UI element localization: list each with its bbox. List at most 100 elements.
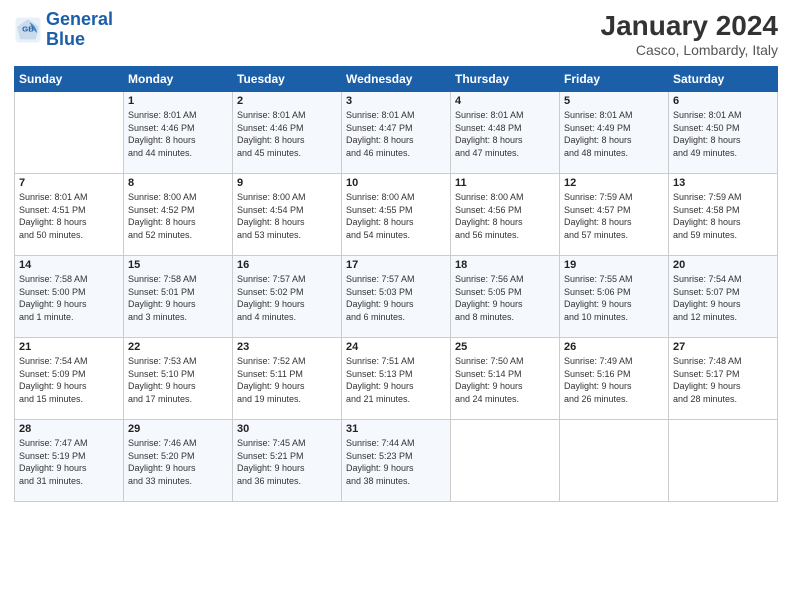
day-number: 6 — [673, 95, 773, 107]
day-info: Sunrise: 7:46 AM Sunset: 5:20 PM Dayligh… — [128, 437, 228, 487]
calendar-cell: 14 Sunrise: 7:58 AM Sunset: 5:00 PM Dayli… — [15, 256, 124, 338]
day-number: 21 — [19, 341, 119, 353]
calendar-cell: 9 Sunrise: 8:00 AM Sunset: 4:54 PM Daylig… — [233, 174, 342, 256]
day-number: 10 — [346, 177, 446, 189]
day-number: 29 — [128, 423, 228, 435]
day-info: Sunrise: 7:54 AM Sunset: 5:09 PM Dayligh… — [19, 355, 119, 405]
month-title: January 2024 — [601, 10, 778, 42]
day-info: Sunrise: 8:00 AM Sunset: 4:52 PM Dayligh… — [128, 191, 228, 241]
day-number: 17 — [346, 259, 446, 271]
calendar-cell: 22 Sunrise: 7:53 AM Sunset: 5:10 PM Dayli… — [124, 338, 233, 420]
calendar-cell: 27 Sunrise: 7:48 AM Sunset: 5:17 PM Dayli… — [669, 338, 778, 420]
day-number: 13 — [673, 177, 773, 189]
day-info: Sunrise: 7:58 AM Sunset: 5:01 PM Dayligh… — [128, 273, 228, 323]
location: Casco, Lombardy, Italy — [601, 42, 778, 58]
day-info: Sunrise: 7:48 AM Sunset: 5:17 PM Dayligh… — [673, 355, 773, 405]
day-info: Sunrise: 8:01 AM Sunset: 4:50 PM Dayligh… — [673, 109, 773, 159]
calendar-cell: 20Sunrise: 7:54 AM Sunset: 5:07 PM Dayli… — [669, 256, 778, 338]
day-info: Sunrise: 8:01 AM Sunset: 4:47 PM Dayligh… — [346, 109, 446, 159]
calendar-cell: 11Sunrise: 8:00 AM Sunset: 4:56 PM Dayli… — [451, 174, 560, 256]
calendar-week-2: 7Sunrise: 8:01 AM Sunset: 4:51 PM Daylig… — [15, 174, 778, 256]
day-number: 9 — [237, 177, 337, 189]
day-number: 30 — [237, 423, 337, 435]
day-info: Sunrise: 7:55 AM Sunset: 5:06 PM Dayligh… — [564, 273, 664, 323]
day-number: 12 — [564, 177, 664, 189]
calendar-cell: 25 Sunrise: 7:50 AM Sunset: 5:14 PM Dayli… — [451, 338, 560, 420]
calendar-cell — [560, 420, 669, 502]
day-number: 14 — [19, 259, 119, 271]
calendar-week-1: 1 Sunrise: 8:01 AM Sunset: 4:46 PM Daylig… — [15, 92, 778, 174]
day-number: 5 — [564, 95, 664, 107]
day-number: 28 — [19, 423, 119, 435]
calendar-cell: 12 Sunrise: 7:59 AM Sunset: 4:57 PM Dayli… — [560, 174, 669, 256]
day-info: Sunrise: 8:00 AM Sunset: 4:56 PM Dayligh… — [455, 191, 555, 241]
day-info: Sunrise: 8:00 AM Sunset: 4:55 PM Dayligh… — [346, 191, 446, 241]
calendar-cell: 23 Sunrise: 7:52 AM Sunset: 5:11 PM Dayli… — [233, 338, 342, 420]
logo-icon: GB — [14, 16, 42, 44]
page-header: GB GeneralBlue January 2024 Casco, Lomba… — [14, 10, 778, 58]
calendar-cell: 10 Sunrise: 8:00 AM Sunset: 4:55 PM Dayli… — [342, 174, 451, 256]
title-block: January 2024 Casco, Lombardy, Italy — [601, 10, 778, 58]
day-number: 24 — [346, 341, 446, 353]
calendar-cell: 13Sunrise: 7:59 AM Sunset: 4:58 PM Dayli… — [669, 174, 778, 256]
day-number: 4 — [455, 95, 555, 107]
day-info: Sunrise: 7:53 AM Sunset: 5:10 PM Dayligh… — [128, 355, 228, 405]
calendar-cell: 15 Sunrise: 7:58 AM Sunset: 5:01 PM Dayli… — [124, 256, 233, 338]
day-info: Sunrise: 7:58 AM Sunset: 5:00 PM Dayligh… — [19, 273, 119, 323]
day-info: Sunrise: 7:44 AM Sunset: 5:23 PM Dayligh… — [346, 437, 446, 487]
calendar-cell — [669, 420, 778, 502]
calendar-header-row: SundayMondayTuesdayWednesdayThursdayFrid… — [15, 67, 778, 92]
calendar-cell: 28Sunrise: 7:47 AM Sunset: 5:19 PM Dayli… — [15, 420, 124, 502]
calendar-cell: 30 Sunrise: 7:45 AM Sunset: 5:21 PM Dayli… — [233, 420, 342, 502]
calendar-cell: 4 Sunrise: 8:01 AM Sunset: 4:48 PM Daylig… — [451, 92, 560, 174]
day-number: 20 — [673, 259, 773, 271]
day-info: Sunrise: 7:57 AM Sunset: 5:03 PM Dayligh… — [346, 273, 446, 323]
day-number: 31 — [346, 423, 446, 435]
day-number: 25 — [455, 341, 555, 353]
header-monday: Monday — [124, 67, 233, 92]
day-info: Sunrise: 7:52 AM Sunset: 5:11 PM Dayligh… — [237, 355, 337, 405]
day-number: 26 — [564, 341, 664, 353]
calendar-cell — [451, 420, 560, 502]
logo: GB GeneralBlue — [14, 10, 113, 50]
calendar-cell: 1Sunrise: 8:01 AM Sunset: 4:46 PM Daylig… — [124, 92, 233, 174]
day-number: 15 — [128, 259, 228, 271]
calendar-cell: 2 Sunrise: 8:01 AM Sunset: 4:46 PM Daylig… — [233, 92, 342, 174]
day-info: Sunrise: 7:49 AM Sunset: 5:16 PM Dayligh… — [564, 355, 664, 405]
header-thursday: Thursday — [451, 67, 560, 92]
day-number: 23 — [237, 341, 337, 353]
calendar-cell: 5Sunrise: 8:01 AM Sunset: 4:49 PM Daylig… — [560, 92, 669, 174]
day-info: Sunrise: 7:51 AM Sunset: 5:13 PM Dayligh… — [346, 355, 446, 405]
day-info: Sunrise: 8:00 AM Sunset: 4:54 PM Dayligh… — [237, 191, 337, 241]
day-number: 16 — [237, 259, 337, 271]
calendar-cell: 26 Sunrise: 7:49 AM Sunset: 5:16 PM Dayli… — [560, 338, 669, 420]
calendar-cell: 31 Sunrise: 7:44 AM Sunset: 5:23 PM Dayli… — [342, 420, 451, 502]
calendar-week-5: 28Sunrise: 7:47 AM Sunset: 5:19 PM Dayli… — [15, 420, 778, 502]
page-container: GB GeneralBlue January 2024 Casco, Lomba… — [0, 0, 792, 512]
calendar-cell: 3Sunrise: 8:01 AM Sunset: 4:47 PM Daylig… — [342, 92, 451, 174]
calendar-cell: 18Sunrise: 7:56 AM Sunset: 5:05 PM Dayli… — [451, 256, 560, 338]
header-friday: Friday — [560, 67, 669, 92]
day-info: Sunrise: 7:50 AM Sunset: 5:14 PM Dayligh… — [455, 355, 555, 405]
day-info: Sunrise: 7:45 AM Sunset: 5:21 PM Dayligh… — [237, 437, 337, 487]
calendar-week-3: 14 Sunrise: 7:58 AM Sunset: 5:00 PM Dayli… — [15, 256, 778, 338]
day-number: 27 — [673, 341, 773, 353]
day-info: Sunrise: 7:59 AM Sunset: 4:57 PM Dayligh… — [564, 191, 664, 241]
day-number: 1 — [128, 95, 228, 107]
day-number: 2 — [237, 95, 337, 107]
header-sunday: Sunday — [15, 67, 124, 92]
header-wednesday: Wednesday — [342, 67, 451, 92]
header-tuesday: Tuesday — [233, 67, 342, 92]
calendar-cell: 16Sunrise: 7:57 AM Sunset: 5:02 PM Dayli… — [233, 256, 342, 338]
calendar-cell: 6 Sunrise: 8:01 AM Sunset: 4:50 PM Daylig… — [669, 92, 778, 174]
logo-text: GeneralBlue — [46, 10, 113, 50]
calendar-cell: 29 Sunrise: 7:46 AM Sunset: 5:20 PM Dayli… — [124, 420, 233, 502]
day-number: 18 — [455, 259, 555, 271]
day-number: 8 — [128, 177, 228, 189]
day-number: 22 — [128, 341, 228, 353]
day-info: Sunrise: 8:01 AM Sunset: 4:48 PM Dayligh… — [455, 109, 555, 159]
day-number: 7 — [19, 177, 119, 189]
calendar-table: SundayMondayTuesdayWednesdayThursdayFrid… — [14, 66, 778, 502]
day-number: 19 — [564, 259, 664, 271]
day-info: Sunrise: 8:01 AM Sunset: 4:46 PM Dayligh… — [237, 109, 337, 159]
